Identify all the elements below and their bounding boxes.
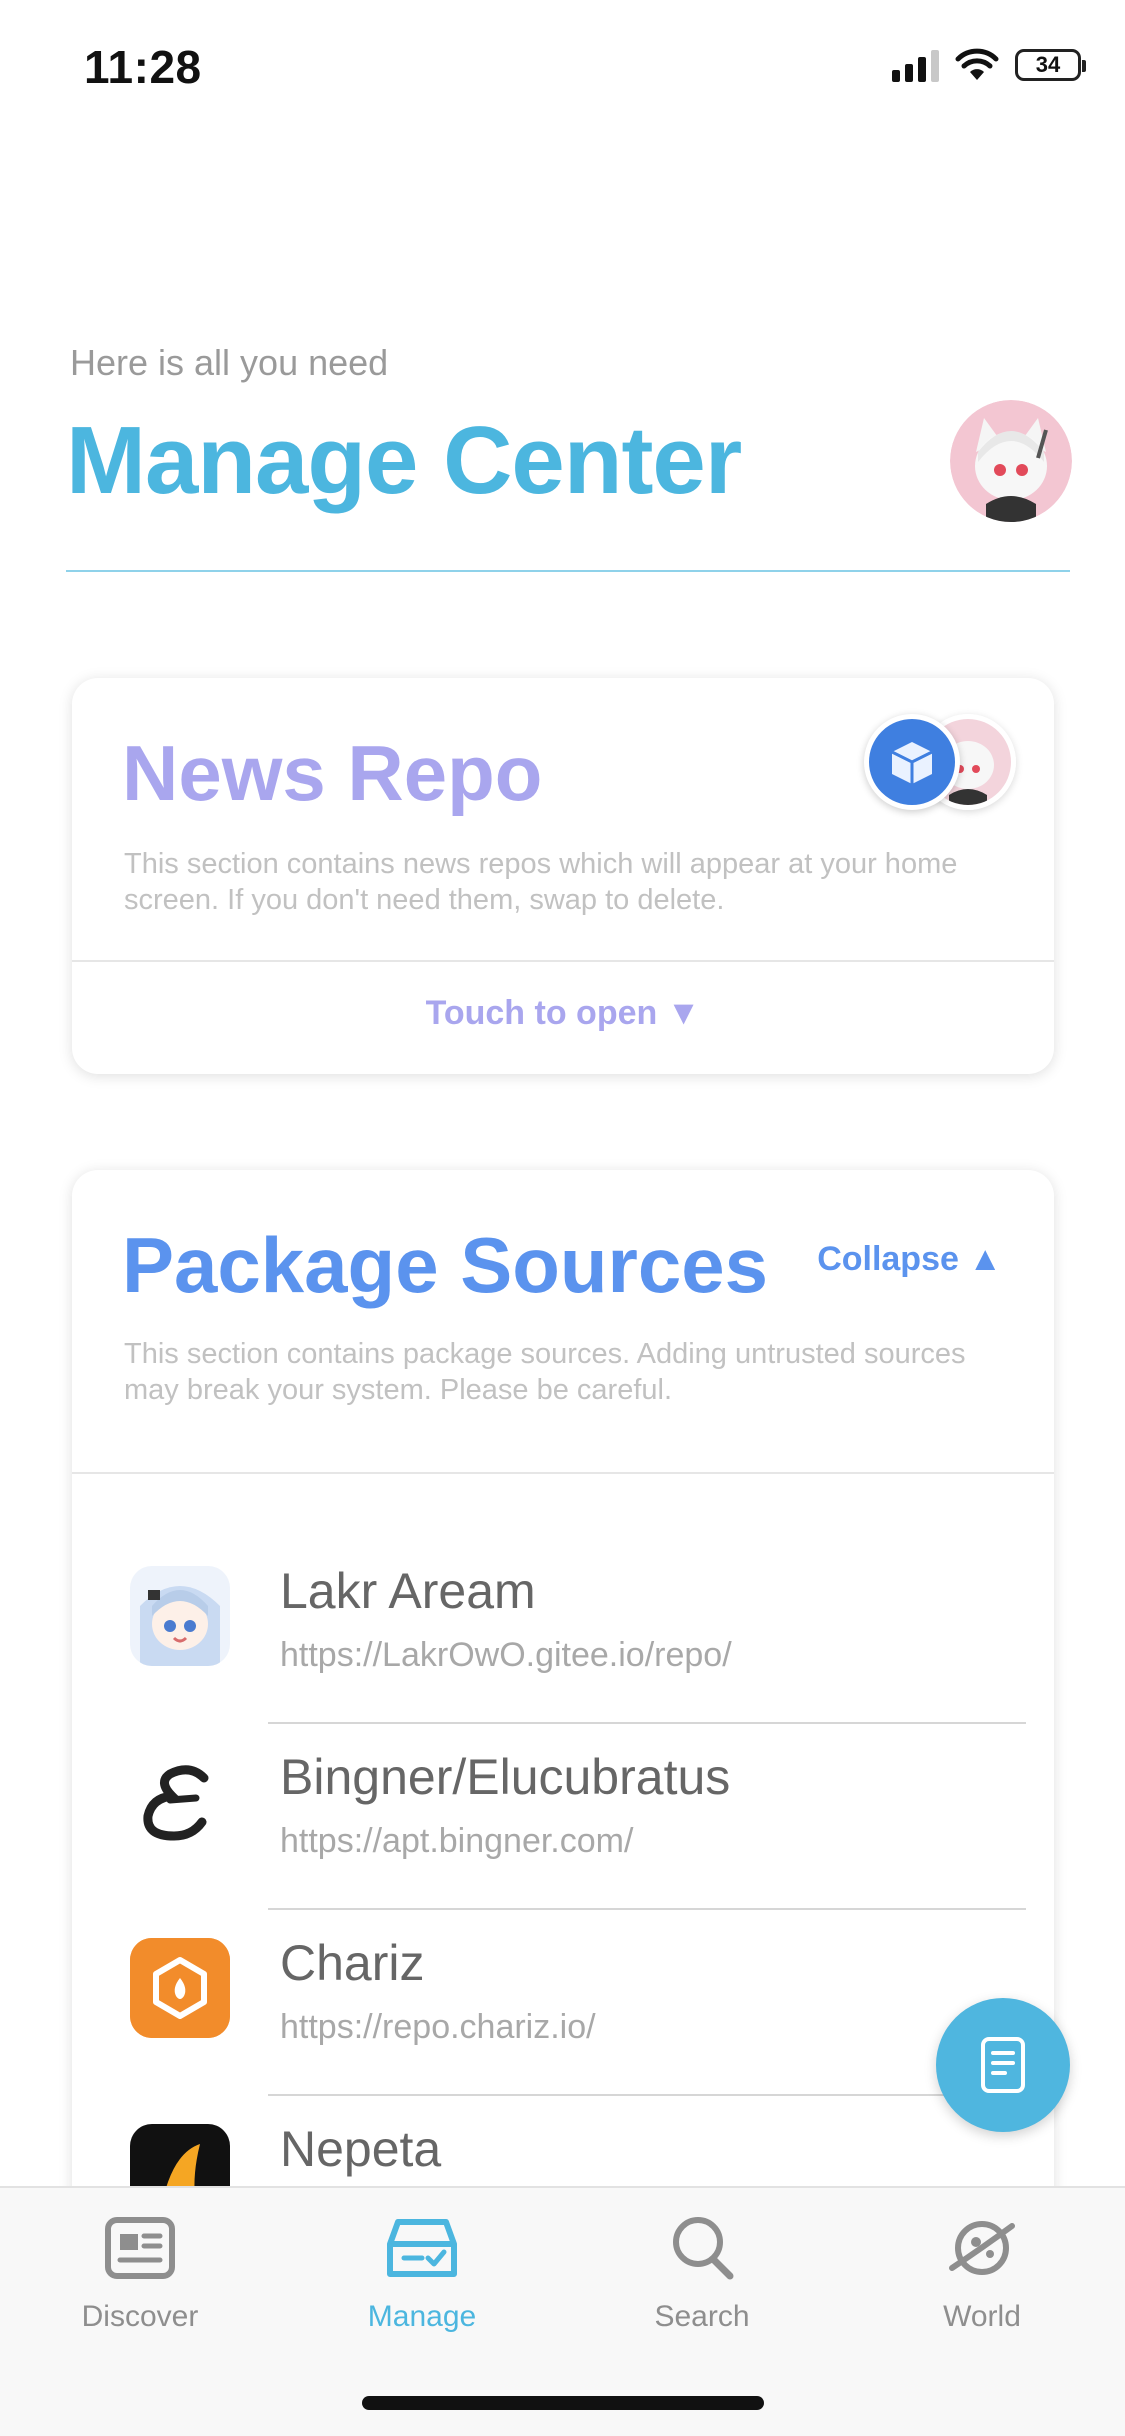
repo-url: https://repo.chariz.io/ (280, 2008, 596, 2046)
tab-discover[interactable]: Discover (20, 2208, 260, 2334)
row-divider (268, 2094, 1026, 2096)
cellular-signal-icon (892, 48, 939, 82)
header-divider (66, 570, 1070, 572)
chariz-icon (130, 1938, 230, 2038)
news-divider (72, 960, 1054, 962)
row-divider (268, 1722, 1026, 1724)
status-bar: 11:28 34 (0, 0, 1125, 132)
tab-search[interactable]: Search (582, 2208, 822, 2334)
tab-manage[interactable]: Manage (302, 2208, 542, 2334)
battery-icon: 34 (1015, 49, 1086, 81)
row-divider (268, 1908, 1026, 1910)
floating-action-button[interactable] (936, 1998, 1070, 2132)
repo-name: Chariz (280, 1935, 425, 1991)
status-indicators: 34 (892, 48, 1086, 82)
avatar[interactable] (950, 400, 1072, 522)
list-item[interactable]: Bingner/Elucubratus https://apt.bingner.… (72, 1726, 1054, 1912)
page-title: Manage Center (66, 407, 742, 514)
document-list-icon (981, 2037, 1025, 2093)
repo-name: Lakr Aream (280, 1563, 536, 1619)
anime-girl-icon (130, 1566, 230, 1666)
elucubratus-e-icon (130, 1752, 230, 1852)
package-sources-card: Package Sources Collapse ▲ This section … (72, 1170, 1054, 2270)
planet-icon (949, 2221, 1015, 2275)
package-divider (72, 1472, 1054, 1474)
magnifier-icon (673, 2217, 734, 2280)
news-repo-card[interactable]: News Repo This section contains news rep… (72, 678, 1054, 1074)
newspaper-icon (105, 2217, 175, 2279)
news-repo-title: News Repo (122, 729, 543, 817)
repo-name: Nepeta (280, 2121, 442, 2177)
package-sources-title: Package Sources (122, 1221, 769, 1309)
tab-world[interactable]: World (862, 2208, 1102, 2334)
repo-url: https://apt.bingner.com/ (280, 1822, 634, 1860)
repo-list: Lakr Aream https://LakrOwO.gitee.io/repo… (72, 1540, 1054, 2270)
repo-url: https://LakrOwO.gitee.io/repo/ (280, 1636, 732, 1674)
tab-label: Discover (81, 2300, 199, 2333)
package-sources-description: This section contains package sources. A… (124, 1338, 966, 1406)
tab-label: Search (654, 2300, 750, 2333)
page-subtitle: Here is all you need (70, 342, 389, 383)
repo-name: Bingner/Elucubratus (280, 1749, 731, 1805)
news-repo-badges (864, 714, 1016, 814)
touch-to-open-button[interactable]: Touch to open ▼ (72, 994, 1054, 1033)
tab-label: Manage (367, 2300, 477, 2333)
list-item[interactable]: Chariz https://repo.chariz.io/ (72, 1912, 1054, 2098)
tab-label: World (943, 2300, 1021, 2333)
list-item[interactable]: Lakr Aream https://LakrOwO.gitee.io/repo… (72, 1540, 1054, 1726)
news-repo-description: This section contains news repos which w… (124, 848, 958, 916)
status-time: 11:28 (84, 41, 202, 93)
wifi-icon (955, 48, 999, 80)
home-indicator[interactable] (362, 2396, 764, 2410)
tray-check-icon (387, 2219, 457, 2277)
collapse-button[interactable]: Collapse ▲ (817, 1240, 1002, 1279)
package-box-icon (864, 714, 960, 810)
